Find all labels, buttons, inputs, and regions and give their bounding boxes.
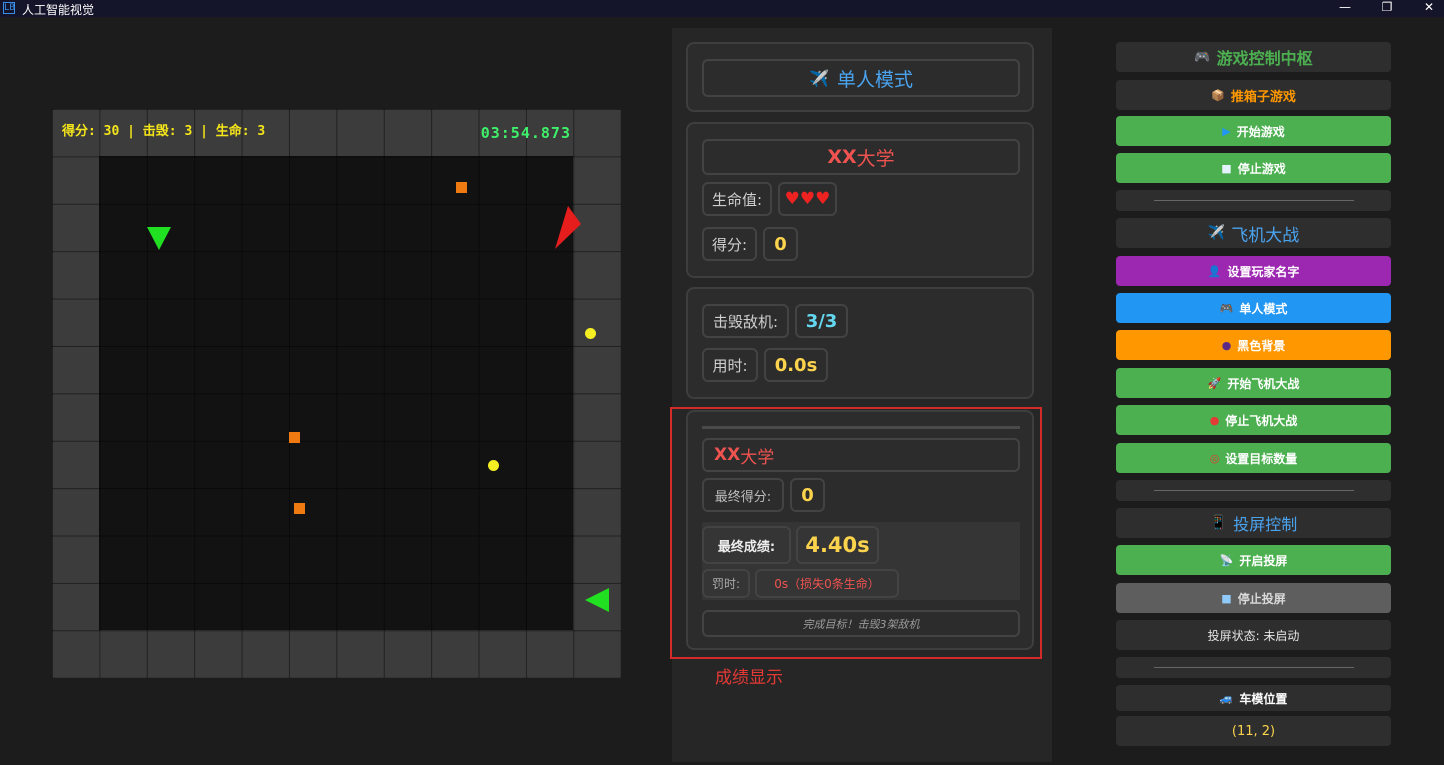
start-plane-war-button[interactable]: 🚀 开始飞机大战 [1116, 368, 1391, 398]
set-target-count-button[interactable]: ◎ 设置目标数量 [1116, 443, 1391, 473]
coin-target [585, 328, 596, 339]
plane-icon: ✈️ [1207, 225, 1226, 241]
stop-plane-war-button[interactable]: ● 停止飞机大战 [1116, 405, 1391, 435]
result-highlight-box [670, 407, 1042, 659]
box-obstacle [289, 432, 300, 443]
game-grid [52, 109, 621, 678]
app-icon: LB [3, 2, 15, 14]
coin-target [488, 460, 499, 471]
set-player-name-button[interactable]: 👤 设置玩家名字 [1116, 256, 1391, 286]
car-position-header: 🚙 车模位置 [1116, 685, 1391, 711]
player-card: XX 大学 生命值: ♥♥♥ 得分: 0 [686, 122, 1034, 278]
stop-cast-button[interactable]: ■ 停止投屏 [1116, 583, 1391, 613]
circle-icon: ● [1221, 338, 1232, 352]
restore-button[interactable]: ❐ [1372, 0, 1402, 17]
time-label: 用时: [702, 348, 758, 382]
separator [1116, 190, 1391, 211]
result-annotation: 成绩显示 [715, 668, 783, 688]
phone-icon: 📱 [1209, 515, 1228, 531]
black-background-button[interactable]: ● 黑色背景 [1116, 330, 1391, 360]
game-hud: 得分: 30 | 击毁: 3 | 生命: 3 [62, 124, 266, 139]
mode-card: ✈️ 单人模式 [686, 42, 1034, 112]
player-plane-icon [555, 206, 581, 249]
stop-circle-icon: ● [1209, 413, 1220, 427]
window-title: 人工智能视觉 [22, 3, 95, 17]
box-obstacle [456, 182, 467, 193]
play-icon: ▶ [1222, 124, 1231, 138]
car-position-value: (11, 2) [1116, 716, 1391, 746]
screen-control-header: 📱 投屏控制 [1116, 508, 1391, 538]
satellite-icon: 📡 [1219, 553, 1234, 567]
score-label: 得分: [702, 227, 757, 261]
gamepad-icon: 🎮 [1194, 49, 1211, 65]
separator [1116, 657, 1391, 678]
control-center-header: 🎮 游戏控制中枢 [1116, 42, 1391, 72]
plane-icon: ✈️ [809, 68, 829, 88]
mode-display: ✈️ 单人模式 [702, 59, 1020, 97]
stats-card: 击毁敌机: 3/3 用时: 0.0s [686, 287, 1034, 399]
mode-label: 单人模式 [836, 68, 913, 91]
plane-war-header: ✈️ 飞机大战 [1116, 218, 1391, 248]
user-icon: 👤 [1207, 264, 1222, 278]
stop-game-button[interactable]: ■ 停止游戏 [1116, 153, 1391, 183]
car-icon: 🚙 [1219, 691, 1234, 705]
enemy-plane-icon [585, 588, 609, 612]
game-canvas: 得分: 30 | 击毁: 3 | 生命: 3 03:54.873 [52, 109, 621, 678]
separator [1116, 480, 1391, 501]
stop-icon: ■ [1221, 591, 1232, 605]
minimize-button[interactable]: — [1330, 0, 1360, 17]
gamepad-icon: 🎮 [1219, 301, 1234, 315]
sokoban-header: 📦 推箱子游戏 [1116, 80, 1391, 110]
enemy-plane-icon [147, 227, 171, 250]
kills-label: 击毁敌机: [702, 304, 789, 338]
player-name: XX 大学 [702, 139, 1020, 175]
start-cast-button[interactable]: 📡 开启投屏 [1116, 545, 1391, 575]
time-value: 0.0s [764, 348, 828, 382]
title-bar: LB 人工智能视觉 — ❐ ✕ [0, 0, 1444, 17]
target-icon: ◎ [1209, 451, 1220, 465]
start-game-button[interactable]: ▶ 开始游戏 [1116, 116, 1391, 146]
box-obstacle [294, 503, 305, 514]
life-label: 生命值: [702, 182, 772, 216]
life-value: ♥♥♥ [778, 182, 837, 216]
cast-status: 投屏状态: 未启动 [1116, 620, 1391, 650]
rocket-icon: 🚀 [1207, 376, 1222, 390]
stop-icon: ■ [1221, 161, 1232, 175]
package-icon: 📦 [1211, 88, 1225, 102]
single-mode-button[interactable]: 🎮 单人模式 [1116, 293, 1391, 323]
close-button[interactable]: ✕ [1414, 0, 1444, 17]
kills-value: 3/3 [795, 304, 848, 338]
score-value: 0 [763, 227, 798, 261]
game-timer: 03:54.873 [480, 124, 571, 142]
